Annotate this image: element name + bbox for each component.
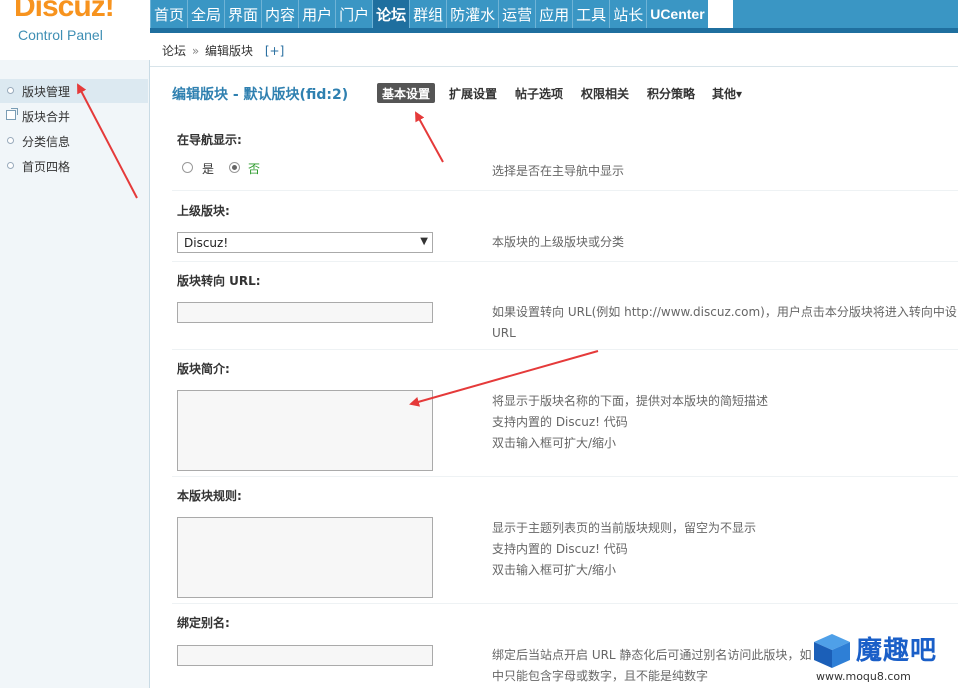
- breadcrumb-separator: »: [191, 44, 200, 58]
- redirect-url-tip-2: URL: [492, 326, 516, 340]
- nav-display-no-label: 否: [248, 162, 261, 176]
- sidebar-item-category-info[interactable]: 分类信息: [0, 129, 148, 153]
- redirect-url-input[interactable]: [177, 302, 433, 323]
- board-rules-tip: 显示于主题列表页的当前版块规则，留空为不显示: [492, 521, 757, 535]
- watermark: 魔趣吧 www.moqu8.com: [812, 632, 958, 688]
- breadcrumb-current: 编辑版块: [205, 44, 254, 58]
- sidebar-item-label: 首页四格: [22, 160, 71, 174]
- cube-logo-icon: [814, 634, 850, 668]
- nav-item-10[interactable]: 应用: [535, 0, 573, 28]
- tab-basic-settings[interactable]: 基本设置: [377, 83, 436, 103]
- bullet-icon: [7, 162, 14, 169]
- nav-item-3[interactable]: 内容: [261, 0, 299, 28]
- top-nav: 首页 全局 界面 内容 用户 门户 论坛 群组 防灌水 运营 应用 工具 站长 UCenter: [150, 0, 708, 28]
- board-alias-tip-2: 中只能包含字母或数字，且不能是纯数字: [492, 669, 709, 683]
- logo-brand: Discuz!: [14, 0, 115, 23]
- nav-item-0[interactable]: 首页: [150, 0, 188, 28]
- title-row: 编辑版块 - 默认版块(fid:2) 基本设置 扩展设置 帖子选项 权限相关 积…: [172, 82, 932, 106]
- nav-item-5[interactable]: 门户: [335, 0, 373, 28]
- divider: [172, 603, 958, 604]
- board-alias-tip: 绑定后当站点开启 URL 静态化后可通过别名访问此版块，如: [492, 648, 812, 662]
- parent-board-select[interactable]: Discuz! ▼: [177, 232, 433, 253]
- sidebar-item-board-manage[interactable]: 版块管理: [0, 79, 148, 103]
- nav-item-13[interactable]: UCenter: [646, 0, 708, 28]
- sidebar-item-board-merge[interactable]: 版块合并: [0, 104, 148, 128]
- watermark-url: www.moqu8.com: [816, 670, 911, 683]
- sidebar-item-label: 分类信息: [22, 135, 71, 149]
- top-nav-fill: [733, 0, 958, 28]
- nav-item-12[interactable]: 站长: [609, 0, 647, 28]
- tab-credit-policy[interactable]: 积分策略: [642, 83, 700, 103]
- board-rules-textarea[interactable]: [177, 517, 433, 598]
- divider: [172, 190, 958, 191]
- sidebar: 版块管理 版块合并 分类信息 首页四格: [0, 60, 150, 688]
- parent-board-value: Discuz!: [184, 236, 229, 250]
- board-intro-label: 版块简介:: [177, 362, 230, 376]
- divider: [172, 476, 958, 477]
- bullet-icon: [7, 87, 14, 94]
- board-intro-textarea[interactable]: [177, 390, 433, 471]
- chevron-down-icon: ▼: [420, 236, 428, 247]
- redirect-url-label: 版块转向 URL:: [177, 274, 261, 288]
- arrow-to-basic-tab: [415, 111, 444, 163]
- nav-item-9[interactable]: 运营: [498, 0, 536, 28]
- breadcrumb: 论坛 » 编辑版块 [+]: [150, 33, 958, 67]
- sidebar-item-label: 版块管理: [22, 85, 71, 99]
- board-rules-tip-2: 支持内置的 Discuz! 代码: [492, 542, 628, 556]
- nav-display-yes-radio[interactable]: [182, 162, 193, 173]
- board-alias-input[interactable]: [177, 645, 433, 666]
- tab-other-menu[interactable]: 其他▾: [707, 83, 747, 103]
- add-shortcut-button[interactable]: [+]: [265, 44, 284, 58]
- board-alias-label: 绑定别名:: [177, 616, 230, 630]
- nav-display-tip: 选择是否在主导航中显示: [492, 164, 625, 178]
- tab-extended-settings[interactable]: 扩展设置: [444, 83, 502, 103]
- nav-display-label: 在导航显示:: [177, 133, 242, 147]
- parent-board-label: 上级版块:: [177, 204, 230, 218]
- nav-item-8[interactable]: 防灌水: [446, 0, 499, 28]
- redirect-url-tip: 如果设置转向 URL(例如 http://www.discuz.com)，用户点…: [492, 305, 957, 319]
- external-link-icon: [6, 108, 18, 120]
- nav-item-1[interactable]: 全局: [187, 0, 225, 28]
- tab-permissions[interactable]: 权限相关: [576, 83, 634, 103]
- nav-display-yes-label: 是: [202, 162, 215, 176]
- watermark-text: 魔趣吧: [856, 636, 938, 666]
- bullet-icon: [7, 137, 14, 144]
- board-intro-tip-3: 双击输入框可扩大/缩小: [492, 436, 617, 450]
- tab-post-options[interactable]: 帖子选项: [510, 83, 568, 103]
- divider: [172, 349, 958, 350]
- logo[interactable]: Discuz! Control Panel: [0, 0, 150, 60]
- page-title: 编辑版块 - 默认版块(fid:2): [172, 87, 349, 103]
- sidebar-item-home-grid[interactable]: 首页四格: [0, 154, 148, 178]
- breadcrumb-root[interactable]: 论坛: [162, 44, 186, 58]
- board-rules-label: 本版块规则:: [177, 489, 242, 503]
- board-intro-tip: 将显示于版块名称的下面，提供对本版块的简短描述: [492, 394, 769, 408]
- parent-board-tip: 本版块的上级版块或分类: [492, 235, 625, 249]
- logo-subtitle: Control Panel: [18, 27, 103, 43]
- nav-display-no-radio[interactable]: [229, 162, 240, 173]
- board-intro-tip-2: 支持内置的 Discuz! 代码: [492, 415, 628, 429]
- nav-item-7[interactable]: 群组: [409, 0, 447, 28]
- sidebar-item-label: 版块合并: [22, 110, 71, 124]
- nav-item-2[interactable]: 界面: [224, 0, 262, 28]
- nav-item-11[interactable]: 工具: [572, 0, 610, 28]
- nav-item-4[interactable]: 用户: [298, 0, 336, 28]
- board-rules-tip-3: 双击输入框可扩大/缩小: [492, 563, 617, 577]
- nav-item-6[interactable]: 论坛: [372, 0, 410, 28]
- divider: [172, 261, 958, 262]
